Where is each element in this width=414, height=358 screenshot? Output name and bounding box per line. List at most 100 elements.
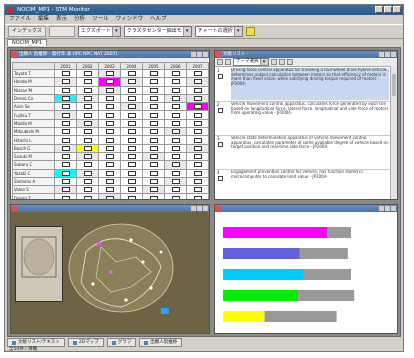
- matrix-cell[interactable]: [120, 143, 143, 153]
- matrix-cell[interactable]: [186, 176, 209, 187]
- bar-remainder[interactable]: [298, 290, 355, 301]
- matrix-cell[interactable]: [186, 127, 209, 137]
- index-button[interactable]: インデックス: [8, 26, 46, 37]
- matrix-cell[interactable]: [186, 77, 209, 87]
- toolbar-button[interactable]: [48, 26, 75, 37]
- item-checkbox[interactable]: [218, 176, 223, 181]
- item-checkbox[interactable]: [218, 74, 223, 79]
- matrix-cell[interactable]: [142, 160, 165, 170]
- matrix-cell[interactable]: [142, 85, 165, 95]
- matrix-cell[interactable]: [164, 93, 187, 104]
- matrix-cell[interactable]: [76, 135, 99, 145]
- matrix-cell[interactable]: [142, 185, 165, 195]
- map-point[interactable]: [91, 282, 95, 286]
- export-select[interactable]: エクスポート ▾: [77, 26, 121, 37]
- applicant-label[interactable]: Mitsubishi M: [12, 127, 55, 137]
- map-point[interactable]: [124, 298, 128, 302]
- matrix-cell[interactable]: [142, 77, 165, 87]
- list-scrollbar[interactable]: [390, 66, 397, 199]
- applicant-label[interactable]: Valeo S: [12, 185, 55, 195]
- matrix-cell[interactable]: [76, 85, 99, 95]
- map-marker[interactable]: [161, 308, 169, 314]
- menu-analysis[interactable]: 分析: [74, 15, 85, 24]
- applicant-label[interactable]: Fujitsu T: [12, 110, 55, 120]
- matrix-cell[interactable]: [120, 151, 143, 162]
- matrix-cell[interactable]: [54, 93, 77, 104]
- close-button[interactable]: [393, 6, 401, 13]
- matrix-cell[interactable]: [98, 85, 121, 95]
- matrix-cell[interactable]: [186, 102, 209, 112]
- matrix-cell[interactable]: [186, 143, 209, 153]
- matrix-cell[interactable]: [186, 168, 209, 178]
- overview-thumbnail[interactable]: [15, 226, 63, 302]
- applicant-label[interactable]: Yazaki C: [12, 168, 55, 178]
- matrix-cell[interactable]: [164, 68, 187, 79]
- map-point[interactable]: [109, 270, 113, 274]
- matrix-cell[interactable]: [54, 135, 77, 145]
- matrix-cell[interactable]: [142, 151, 165, 162]
- list-item[interactable]: 2 Vehicle movement control apparatus, cal…: [215, 101, 391, 136]
- matrix-cell[interactable]: [164, 77, 187, 87]
- matrix-cell[interactable]: [76, 193, 99, 199]
- applicant-label[interactable]: Delphi T: [12, 193, 55, 199]
- minimize-icon[interactable]: [191, 52, 196, 57]
- maximize-icon[interactable]: [385, 52, 390, 57]
- list-item[interactable]: 3 Vehicle state determination apparatus o…: [215, 135, 391, 170]
- applicant-label[interactable]: Toyota T: [12, 68, 55, 79]
- maximize-icon[interactable]: [197, 206, 202, 211]
- bar-remainder[interactable]: [303, 269, 351, 280]
- matrix-cell[interactable]: [164, 193, 187, 199]
- matrix-cell[interactable]: [164, 127, 187, 137]
- matrix-cell[interactable]: [54, 127, 77, 137]
- matrix-cell[interactable]: [54, 110, 77, 120]
- task-tab-list[interactable]: 文献リスト/テキスト: [7, 338, 65, 347]
- matrix-cell[interactable]: [186, 160, 209, 170]
- matrix-cell[interactable]: [76, 93, 99, 104]
- applicant-label[interactable]: Aisin Se: [12, 102, 55, 112]
- matrix-cell[interactable]: [164, 185, 187, 195]
- applicant-label[interactable]: Mazda M: [12, 118, 55, 129]
- list-tool-icon[interactable]: [225, 59, 231, 65]
- matrix-cell[interactable]: [54, 151, 77, 162]
- menu-tools[interactable]: ツール: [92, 15, 109, 24]
- menu-file[interactable]: ファイル: [9, 15, 31, 24]
- matrix-cell[interactable]: [120, 135, 143, 145]
- matrix-cell[interactable]: [76, 151, 99, 162]
- year-header[interactable]: 2001: [54, 62, 77, 70]
- matrix-cell[interactable]: [98, 93, 121, 104]
- applicant-label[interactable]: Nissan M: [12, 85, 55, 95]
- list-tool-icon[interactable]: [278, 59, 285, 65]
- matrix-cell[interactable]: [120, 77, 143, 87]
- matrix-cell[interactable]: [120, 185, 143, 195]
- matrix-cell[interactable]: [142, 118, 165, 129]
- list-tool-icon[interactable]: [217, 59, 223, 65]
- matrix-cell[interactable]: [142, 143, 165, 153]
- matrix-cell[interactable]: [142, 68, 165, 79]
- matrix-cell[interactable]: [54, 77, 77, 87]
- matrix-cell[interactable]: [76, 102, 99, 112]
- matrix-cell[interactable]: [120, 160, 143, 170]
- matrix-cell[interactable]: [164, 168, 187, 178]
- matrix-cell[interactable]: [98, 135, 121, 145]
- matrix-cell[interactable]: [164, 160, 187, 170]
- matrix-cell[interactable]: [54, 176, 77, 187]
- close-icon[interactable]: [203, 206, 208, 211]
- matrix-cell[interactable]: [98, 185, 121, 195]
- matrix-cell[interactable]: [54, 102, 77, 112]
- matrix-cell[interactable]: [164, 102, 187, 112]
- matrix-cell[interactable]: [120, 85, 143, 95]
- matrix-cell[interactable]: [120, 127, 143, 137]
- matrix-cell[interactable]: [54, 160, 77, 170]
- matrix-cell[interactable]: [76, 110, 99, 120]
- minimize-button[interactable]: [375, 6, 383, 13]
- matrix-cell[interactable]: [120, 193, 143, 199]
- matrix-cell[interactable]: [142, 110, 165, 120]
- item-checkbox[interactable]: [218, 142, 223, 147]
- maximize-icon[interactable]: [197, 52, 202, 57]
- matrix-cell[interactable]: [142, 127, 165, 137]
- minimize-icon[interactable]: [379, 206, 384, 211]
- matrix-cell[interactable]: [76, 77, 99, 87]
- close-icon[interactable]: [391, 206, 396, 211]
- bar-remainder[interactable]: [327, 227, 351, 238]
- bar-primary[interactable]: [223, 311, 265, 322]
